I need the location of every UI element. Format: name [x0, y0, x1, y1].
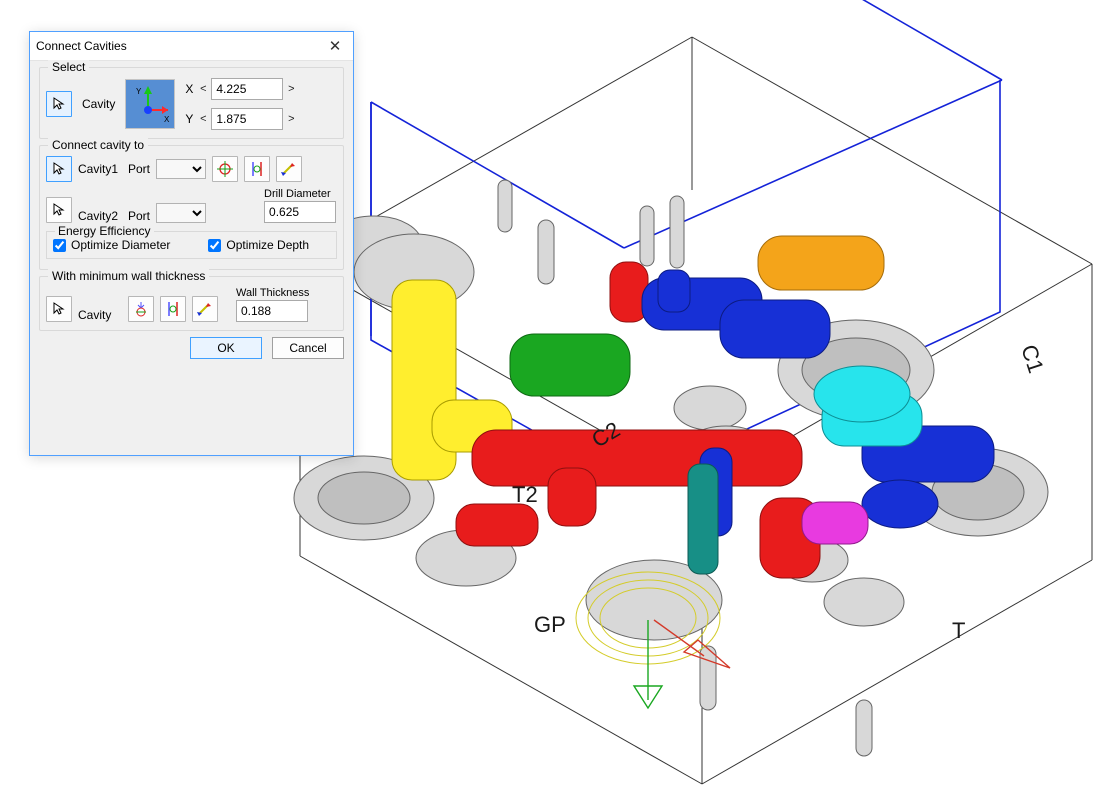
cavity2-label: Cavity2 — [78, 209, 122, 223]
svg-text:X: X — [164, 115, 170, 124]
close-icon: ✕ — [329, 37, 342, 55]
port2-label: Port — [128, 209, 150, 223]
ok-button[interactable]: OK — [190, 337, 262, 359]
cavity-label: Cavity — [82, 97, 115, 111]
target-tool1-button[interactable] — [212, 156, 238, 182]
wall-align-button[interactable] — [160, 296, 186, 322]
wall-thickness-input[interactable] — [236, 300, 308, 322]
x-next-button[interactable]: > — [287, 83, 295, 95]
flip-arrow-icon — [280, 160, 298, 178]
crosshair-down-icon — [132, 300, 150, 318]
wall-target-button[interactable] — [128, 296, 154, 322]
cursor-icon — [52, 203, 66, 217]
cursor-icon — [52, 302, 66, 316]
optimize-depth-label: Optimize Depth — [226, 238, 309, 252]
optimize-diameter-checkbox[interactable]: Optimize Diameter — [53, 238, 170, 252]
axis-widget[interactable]: X Y — [125, 79, 175, 129]
group-connect: Connect cavity to Cavity1 Port — [39, 145, 344, 270]
group-energy-efficiency: Energy Efficiency Optimize Diameter Opti… — [46, 231, 337, 259]
drill-diameter-input[interactable] — [264, 201, 336, 223]
pick-cavity-button[interactable] — [46, 91, 72, 117]
optimize-diameter-label: Optimize Diameter — [71, 238, 170, 252]
group-wall-thickness: With minimum wall thickness Cavity — [39, 276, 344, 331]
close-button[interactable]: ✕ — [323, 36, 347, 56]
pick-cavity2-button[interactable] — [46, 197, 72, 223]
group-connect-title: Connect cavity to — [48, 138, 148, 152]
label-t2: T2 — [512, 482, 538, 508]
flip-arrow-icon — [196, 300, 214, 318]
axis-pair-icon — [248, 160, 266, 178]
group-wall-title: With minimum wall thickness — [48, 269, 209, 283]
align-tool1-button[interactable] — [244, 156, 270, 182]
label-gp: GP — [534, 612, 566, 638]
label-t: T — [952, 618, 965, 644]
port1-label: Port — [128, 162, 150, 176]
cavity1-label: Cavity1 — [78, 162, 122, 176]
x-prev-button[interactable]: < — [199, 83, 207, 95]
axis-pair-icon — [164, 300, 182, 318]
crosshair-icon — [216, 160, 234, 178]
cursor-icon — [52, 97, 66, 111]
optimize-diameter-input[interactable] — [53, 239, 66, 252]
y-label: Y — [185, 112, 195, 126]
group-select: Select Cavity X Y — [39, 67, 344, 139]
group-select-title: Select — [48, 60, 89, 74]
port1-select[interactable] — [156, 159, 206, 179]
dialog-title: Connect Cavities — [36, 39, 323, 53]
x-label: X — [185, 82, 195, 96]
wall-thickness-label: Wall Thickness — [236, 287, 309, 299]
svg-text:Y: Y — [136, 87, 142, 96]
optimize-depth-checkbox[interactable]: Optimize Depth — [208, 238, 309, 252]
port2-select[interactable] — [156, 203, 206, 223]
x-input[interactable] — [211, 78, 283, 100]
y-prev-button[interactable]: < — [199, 113, 207, 125]
connect-cavities-dialog: Connect Cavities ✕ Select Cavity — [29, 31, 354, 456]
y-next-button[interactable]: > — [287, 113, 295, 125]
pick-cavity1-button[interactable] — [46, 156, 72, 182]
wall-flip-button[interactable] — [192, 296, 218, 322]
pick-wall-cavity-button[interactable] — [46, 296, 72, 322]
axis-triad-icon: X Y — [128, 82, 172, 126]
optimize-depth-input[interactable] — [208, 239, 221, 252]
dialog-titlebar[interactable]: Connect Cavities ✕ — [30, 32, 353, 61]
y-input[interactable] — [211, 108, 283, 130]
group-energy-title: Energy Efficiency — [55, 224, 154, 238]
cursor-icon — [52, 162, 66, 176]
color-tool1-button[interactable] — [276, 156, 302, 182]
wall-cavity-label: Cavity — [78, 308, 122, 322]
cancel-button[interactable]: Cancel — [272, 337, 344, 359]
drill-diameter-label: Drill Diameter — [264, 188, 336, 200]
